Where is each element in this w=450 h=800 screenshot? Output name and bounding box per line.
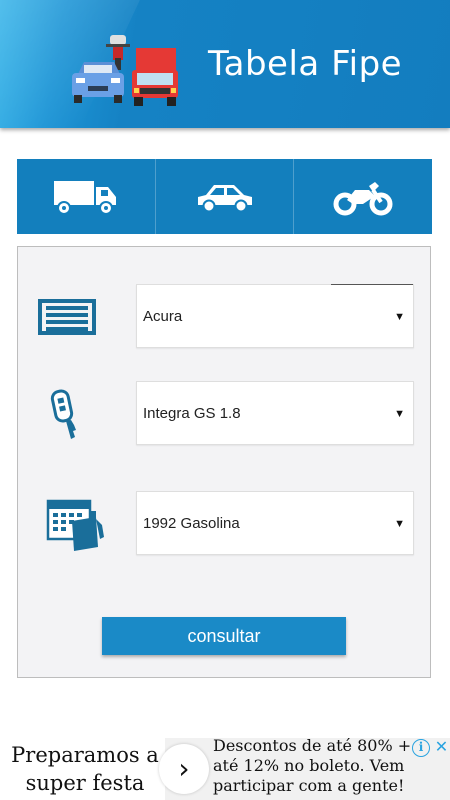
tab-truck[interactable] (17, 159, 156, 234)
ad-headline: Preparamos a super festa (11, 743, 159, 795)
calendar-fuel-icon (46, 499, 104, 551)
year-select-value: 1992 Gasolina (143, 515, 240, 532)
garage-icon (38, 299, 96, 335)
ad-banner[interactable]: Preparamos a super festa › Descontos de … (0, 736, 450, 800)
chevron-down-icon: ▼ (394, 311, 405, 323)
vehicle-type-tabs (17, 159, 432, 234)
car-icon (197, 184, 252, 212)
car-key-icon (50, 389, 76, 439)
ad-info-icon[interactable]: i (412, 739, 430, 757)
brand-select-value: Acura (143, 308, 183, 325)
search-form-panel: Acura ▼ Integra GS 1.8 ▼ 1992 Gasolina ▼… (17, 246, 431, 678)
app-title: Tabela Fipe (208, 44, 403, 84)
year-select[interactable]: 1992 Gasolina ▼ (136, 491, 414, 555)
chevron-down-icon: ▼ (394, 518, 405, 530)
chevron-down-icon: ▼ (394, 408, 405, 420)
truck-icon (53, 180, 116, 215)
brand-select[interactable]: Acura ▼ (136, 284, 414, 348)
ad-body-text: Descontos de até 80% + até 12% no boleto… (213, 736, 412, 795)
ad-left-panel: Preparamos a super festa (0, 738, 165, 800)
model-select-value: Integra GS 1.8 (143, 405, 241, 422)
app-header: Tabela Fipe (0, 0, 450, 128)
vehicles-logo-icon (72, 35, 178, 106)
tab-car[interactable] (156, 159, 295, 234)
chevron-right-icon: › (178, 752, 190, 785)
motorcycle-icon (333, 181, 393, 215)
model-select[interactable]: Integra GS 1.8 ▼ (136, 381, 414, 445)
ad-close-icon[interactable]: ✕ (433, 738, 450, 758)
tab-motorcycle[interactable] (294, 159, 432, 234)
consult-button[interactable]: consultar (102, 617, 346, 655)
ad-arrow-button[interactable]: › (159, 744, 209, 794)
